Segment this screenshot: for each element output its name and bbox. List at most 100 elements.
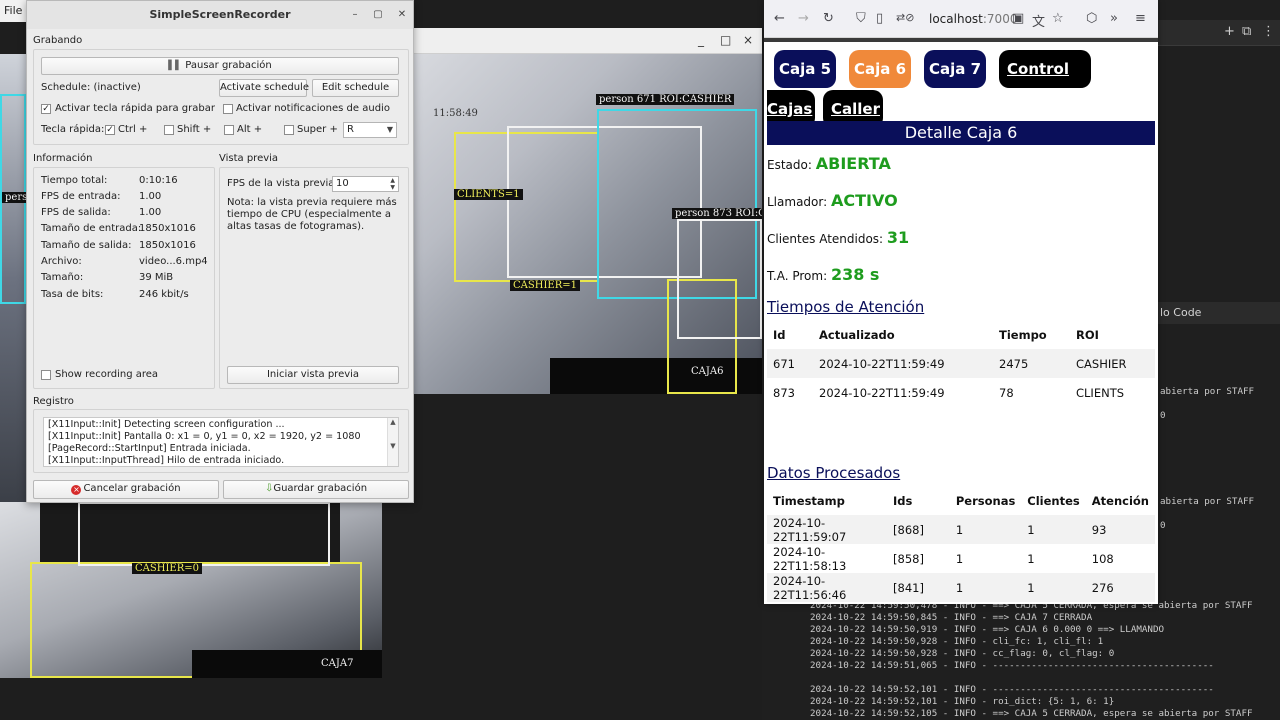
overflow-icon[interactable]: » bbox=[1110, 11, 1118, 26]
alt-checkbox[interactable] bbox=[224, 125, 234, 135]
terminal-line: 2024-10-22 14:59:50,845 - INFO - ==> CAJ… bbox=[810, 612, 1093, 623]
info-value: 1850x1016 bbox=[139, 223, 196, 234]
preview-fps-label: FPS de la vista previa: bbox=[227, 178, 338, 189]
close-icon[interactable]: × bbox=[743, 33, 753, 47]
shield-icon[interactable]: ⛉ bbox=[856, 11, 866, 26]
log-scrollbar[interactable]: ▲ ▼ bbox=[387, 418, 398, 466]
page-scroll-edge bbox=[764, 38, 1158, 42]
datos-table: Timestamp Ids Personas Clientes Atención… bbox=[767, 486, 1155, 602]
log-section-title: Registro bbox=[33, 396, 74, 407]
show-recording-area-checkbox[interactable] bbox=[41, 370, 51, 380]
table-header-row: Timestamp Ids Personas Clientes Atención bbox=[767, 486, 1155, 515]
llamador-stat: Llamador: ACTIVO bbox=[767, 191, 898, 210]
hotkey-enable-label: Activar tecla rápida para grabar bbox=[55, 103, 215, 114]
split-icon[interactable]: ⧉ bbox=[1242, 24, 1251, 39]
shift-checkbox[interactable] bbox=[164, 125, 174, 135]
menu-icon[interactable]: ≡ bbox=[1135, 11, 1146, 26]
cancel-icon: × bbox=[71, 485, 82, 495]
ta-prom-value: 238 s bbox=[830, 265, 880, 284]
nav-caja-5[interactable]: Caja 5 bbox=[774, 50, 836, 88]
ctrl-checkbox[interactable]: ✓ bbox=[105, 125, 115, 135]
column-header: Personas bbox=[955, 493, 1016, 508]
minimize-icon[interactable]: _ bbox=[698, 33, 704, 47]
table-row: 2024-10-22T11:59:07 [868] 1 1 93 bbox=[767, 515, 1155, 544]
close-icon[interactable]: ✕ bbox=[394, 7, 410, 23]
hotkey-key-select[interactable]: R ▼ bbox=[343, 122, 397, 138]
column-header: Actualizado bbox=[819, 327, 895, 342]
recording-section-title: Grabando bbox=[33, 35, 83, 46]
url-bar[interactable]: localhost:7000 bbox=[929, 12, 1017, 26]
more-icon[interactable]: ⋮ bbox=[1262, 24, 1275, 39]
pause-recording-button[interactable]: ▌▌ Pausar grabación bbox=[41, 57, 399, 75]
translate-icon[interactable]: 文 bbox=[1032, 11, 1045, 30]
column-header: Atención bbox=[1091, 493, 1149, 508]
ta-prom-stat: T.A. Prom: 238 s bbox=[767, 265, 880, 284]
info-row: Tamaño de salida: 1850x1016 bbox=[41, 240, 196, 251]
log-line: [X11Input::Init] Pantalla 0: x1 = 0, y1 … bbox=[48, 431, 361, 442]
reader-icon[interactable]: ▣ bbox=[1012, 11, 1024, 26]
forward-icon[interactable]: → bbox=[798, 11, 809, 26]
plus-icon[interactable]: + bbox=[1224, 24, 1235, 39]
browser-toolbar: ← → ↻ ⛉ ▯ ⇄⊘ localhost:7000 ▣ 文 ☆ ⬡ » ≡ bbox=[764, 0, 1158, 38]
super-checkbox[interactable] bbox=[284, 125, 294, 135]
table-row: 2024-10-22T11:56:46 [841] 1 1 276 bbox=[767, 573, 1155, 602]
detection-label-cashier-bottom: CASHIER=0 bbox=[132, 563, 202, 574]
chevron-down-icon: ▼ bbox=[386, 125, 393, 134]
ssr-window: SimpleScreenRecorder – ▢ ✕ Grabando ▌▌ P… bbox=[26, 0, 414, 503]
extensions-icon[interactable]: ⬡ bbox=[1086, 11, 1097, 26]
audio-notifications-checkbox[interactable] bbox=[223, 104, 233, 114]
camera-name-caja6: CAJA6 bbox=[691, 366, 724, 377]
clientes-stat: Clientes Atendidos: 31 bbox=[767, 228, 910, 247]
ctrl-label: Ctrl + bbox=[118, 124, 148, 135]
terminal-line: 2024-10-22 14:59:50,928 - INFO - cli_fc:… bbox=[810, 636, 1104, 647]
detection-label-clients: CLIENTS=1 bbox=[454, 189, 523, 200]
permissions-icon[interactable]: ⇄⊘ bbox=[896, 11, 914, 24]
table-row: 671 2024-10-22T11:59:49 2475 CASHIER bbox=[767, 349, 1155, 378]
vscode-tab[interactable]: lo Code bbox=[1158, 302, 1280, 324]
activate-schedule-button[interactable]: Activate schedule bbox=[219, 79, 309, 97]
info-value: 0:10:16 bbox=[139, 175, 178, 186]
page-icon[interactable]: ▯ bbox=[876, 11, 883, 26]
pause-recording-label: Pausar grabación bbox=[185, 60, 272, 71]
nav-caja-7[interactable]: Caja 7 bbox=[924, 50, 986, 88]
star-icon[interactable]: ☆ bbox=[1052, 11, 1064, 26]
maximize-icon[interactable]: ▢ bbox=[370, 7, 386, 23]
info-row: FPS de entrada: 1.00 bbox=[41, 191, 162, 202]
terminal-fragment: 0 bbox=[1160, 410, 1166, 421]
detection-label-person-671: person 671 ROI:CASHIER bbox=[596, 94, 735, 105]
nav-control-de-cajas[interactable]: Control de bbox=[999, 50, 1091, 116]
back-icon[interactable]: ← bbox=[774, 11, 785, 26]
preview-fps-spinbox[interactable]: 10 ▲ ▼ bbox=[332, 176, 399, 192]
camera-feed-caja7: CASHIER=0 CAJA7 bbox=[0, 502, 382, 678]
edit-schedule-button[interactable]: Edit schedule bbox=[312, 79, 399, 97]
log-textarea[interactable]: [X11Input::Init] Detecting screen config… bbox=[43, 417, 399, 467]
preview-section-title: Vista previa bbox=[219, 153, 279, 164]
log-line: [PageRecord::StartInput] Entrada iniciad… bbox=[48, 443, 251, 454]
info-row: FPS de salida: 1.00 bbox=[41, 207, 162, 218]
terminal-fragment: 0 bbox=[1160, 520, 1166, 531]
minimize-icon[interactable]: – bbox=[347, 7, 363, 23]
browser-window: ← → ↻ ⛉ ▯ ⇄⊘ localhost:7000 ▣ 文 ☆ ⬡ » ≡ … bbox=[764, 0, 1158, 604]
info-section-title: Información bbox=[33, 153, 93, 164]
reload-icon[interactable]: ↻ bbox=[823, 11, 834, 26]
info-value: 1850x1016 bbox=[139, 240, 196, 251]
cancel-recording-button[interactable]: × Cancelar grabación bbox=[33, 480, 219, 499]
info-value: 246 kbit/s bbox=[139, 289, 189, 300]
audio-notifications-label: Activar notificaciones de audio bbox=[236, 103, 390, 114]
maximize-icon[interactable]: □ bbox=[720, 33, 731, 47]
info-value: 1.00 bbox=[139, 191, 162, 202]
column-header: Id bbox=[773, 327, 786, 342]
start-preview-button[interactable]: Iniciar vista previa bbox=[227, 366, 399, 384]
hotkey-key-value: R bbox=[347, 124, 354, 135]
save-recording-button[interactable]: ⇩Guardar grabación bbox=[223, 480, 409, 499]
estado-value: ABIERTA bbox=[815, 154, 891, 173]
spinner-arrows-icon[interactable]: ▲ ▼ bbox=[390, 177, 395, 191]
hotkey-enable-checkbox[interactable]: ✓ bbox=[41, 104, 51, 114]
table-header-row: Id Actualizado Tiempo ROI bbox=[767, 320, 1155, 349]
alt-label: Alt + bbox=[237, 124, 263, 135]
camera-name-caja7: CAJA7 bbox=[321, 658, 354, 669]
terminal-line: 2024-10-22 14:59:52,105 - INFO - ==> CAJ… bbox=[810, 708, 1253, 719]
terminal-log: 2024-10-22 14:59:50,478 - INFO - ==> CAJ… bbox=[810, 600, 1270, 720]
nav-caja-6[interactable]: Caja 6 bbox=[849, 50, 911, 88]
